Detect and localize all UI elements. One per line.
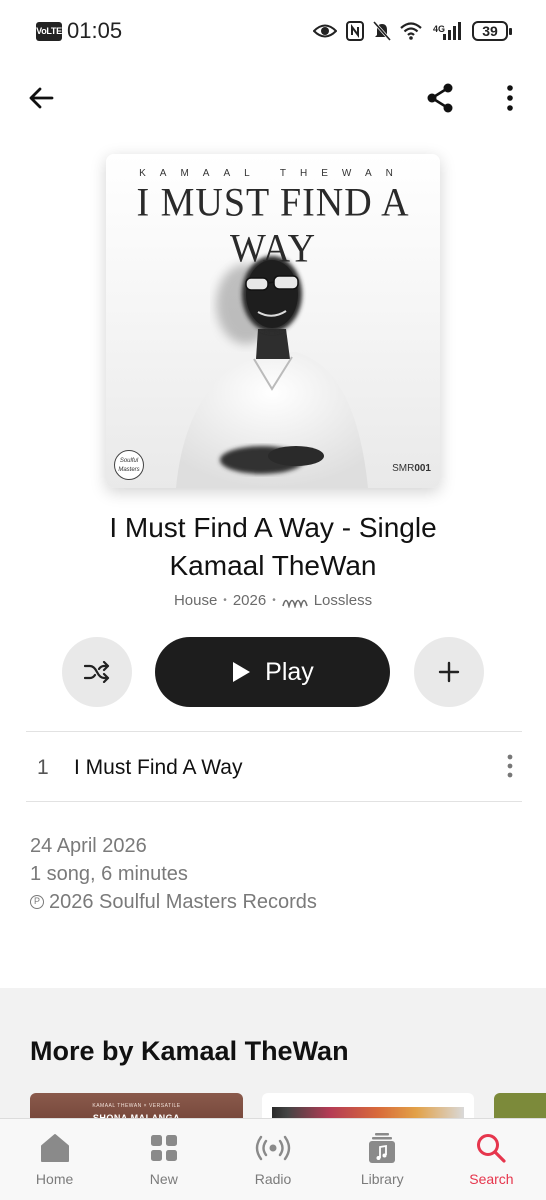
more-vertical-icon (507, 85, 513, 111)
top-navigation (0, 74, 546, 124)
status-bar: VoLTE 01:05 4G 39 (0, 0, 546, 62)
eye-icon (312, 24, 337, 38)
tab-home[interactable]: Home (0, 1119, 109, 1200)
label-logo: Soulful Masters (114, 450, 144, 480)
phonogram-icon: P (30, 895, 44, 909)
more-options-button[interactable] (486, 74, 534, 122)
tab-new[interactable]: New (109, 1119, 218, 1200)
battery-indicator: 39 (472, 21, 512, 41)
share-icon (427, 83, 453, 113)
radio-icon (255, 1135, 291, 1161)
card-caption-top: KAMAAL THEWAN × VERSATILE (92, 1103, 181, 1109)
tab-radio[interactable]: Radio (218, 1119, 327, 1200)
tab-bar: Home New Radio Library Search (0, 1118, 546, 1200)
share-button[interactable] (416, 74, 464, 122)
track-row[interactable]: 1 I Must Find A Way (26, 732, 522, 801)
status-clock: 01:05 (67, 18, 123, 43)
play-button[interactable]: Play (155, 637, 390, 707)
back-button[interactable] (17, 74, 65, 122)
tab-library[interactable]: Library (328, 1119, 437, 1200)
signal-icon (443, 22, 461, 40)
plus-icon (438, 661, 460, 683)
network-type: 4G (432, 24, 445, 34)
library-icon (369, 1133, 396, 1163)
track-more-button[interactable] (498, 746, 522, 786)
catalog-number: SMR001 (392, 463, 431, 474)
genre-label: House (173, 592, 218, 609)
divider (26, 801, 522, 802)
tab-label: Search (469, 1171, 514, 1187)
shuffle-icon (84, 661, 110, 683)
track-number: 1 (37, 756, 49, 779)
separator-dot: • (223, 595, 227, 606)
shuffle-button[interactable] (62, 637, 132, 707)
tab-label: Radio (254, 1171, 292, 1187)
lossless-label: Lossless (313, 592, 373, 609)
year-label: 2026 (232, 592, 267, 609)
artwork-portrait (176, 256, 368, 488)
wifi-icon (400, 22, 422, 40)
separator-dot: • (272, 595, 276, 606)
home-icon (40, 1134, 69, 1162)
tab-search[interactable]: Search (437, 1119, 546, 1200)
lossless-icon (281, 599, 308, 608)
more-vertical-icon (507, 754, 513, 778)
release-info: 24 April 2026 1 song, 6 minutes P 2026 S… (30, 832, 317, 916)
mute-icon (372, 21, 391, 41)
release-summary: 1 song, 6 minutes (30, 863, 188, 885)
nfc-icon (345, 21, 364, 41)
volte-indicator: VoLTE (36, 22, 62, 41)
copyright-text: 2026 Soulful Masters Records (49, 891, 317, 913)
section-title[interactable]: More by Kamaal TheWan (30, 1036, 349, 1067)
track-title: I Must Find A Way (74, 756, 243, 779)
search-icon (477, 1134, 507, 1163)
album-artwork[interactable]: KAMAAL THEWAN I MUST FIND A WAY Soulful … (106, 154, 440, 488)
tab-label: Home (35, 1171, 74, 1187)
tab-label: New (149, 1171, 178, 1187)
arrow-left-icon (29, 87, 54, 109)
album-meta: House • 2026 • Lossless (0, 592, 546, 609)
cellular-signal: 4G (431, 22, 463, 40)
album-artist-link[interactable]: Kamaal TheWan (0, 550, 546, 582)
status-icons: 4G 39 (312, 18, 512, 44)
album-title: I Must Find A Way - Single (109, 512, 437, 543)
copyright-line: P 2026 Soulful Masters Records (30, 888, 317, 916)
grid-icon (150, 1135, 177, 1161)
play-label: Play (265, 657, 314, 686)
tab-label: Library (360, 1171, 404, 1187)
play-icon (233, 662, 251, 682)
release-date: 24 April 2026 (30, 835, 147, 857)
add-to-library-button[interactable] (414, 637, 484, 707)
